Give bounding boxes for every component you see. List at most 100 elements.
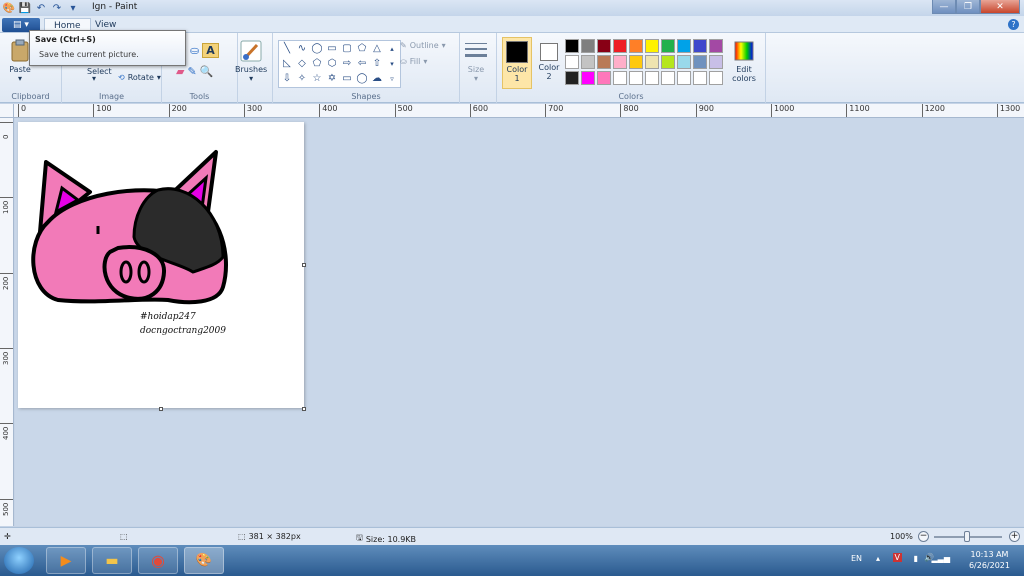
palette-swatch[interactable] <box>629 71 643 85</box>
rotate-button[interactable]: ⟲ Rotate ▾ <box>118 73 161 82</box>
redo-icon[interactable]: ↷ <box>50 1 64 15</box>
right-triangle-shape-icon[interactable]: ◺ <box>280 57 294 71</box>
five-point-star-shape-icon[interactable]: ☆ <box>310 72 324 86</box>
text-tool-icon[interactable]: A <box>202 43 219 58</box>
palette-swatch[interactable] <box>709 39 723 53</box>
palette-swatch[interactable] <box>597 39 611 53</box>
start-button[interactable] <box>4 547 34 574</box>
expand-gallery-icon[interactable]: ▿ <box>385 72 399 86</box>
line-shape-icon[interactable]: ╲ <box>280 42 294 56</box>
palette-swatch[interactable] <box>677 71 691 85</box>
rectangle-shape-icon[interactable]: ▭ <box>325 42 339 56</box>
media-player-taskbar-icon[interactable]: ▶ <box>46 547 86 574</box>
zoom-in-button[interactable]: + <box>1009 531 1020 542</box>
palette-swatch[interactable] <box>613 39 627 53</box>
six-point-star-shape-icon[interactable]: ✡ <box>325 72 339 86</box>
antivirus-icon[interactable]: V <box>892 553 902 562</box>
maximize-button[interactable]: ❐ <box>956 0 980 14</box>
curve-shape-icon[interactable]: ∿ <box>295 42 309 56</box>
left-arrow-shape-icon[interactable]: ⇦ <box>355 57 369 71</box>
select-dropdown[interactable]: ▾ <box>92 74 96 83</box>
rounded-rectangle-shape-icon[interactable]: ▢ <box>340 42 354 56</box>
fill-button[interactable]: ⛀ Fill ▾ <box>400 57 427 66</box>
down-arrow-shape-icon[interactable]: ⇩ <box>280 72 294 86</box>
resize-handle-right[interactable] <box>302 263 306 267</box>
scroll-down-icon[interactable]: ▾ <box>385 57 399 71</box>
palette-swatch[interactable] <box>629 39 643 53</box>
palette-swatch[interactable] <box>693 55 707 69</box>
outline-button[interactable]: ✎ Outline ▾ <box>400 41 446 50</box>
callout-rect-shape-icon[interactable]: ▭ <box>340 72 354 86</box>
palette-swatch[interactable] <box>565 39 579 53</box>
show-hidden-icons[interactable]: ▴ <box>876 554 880 563</box>
select-button[interactable]: Select <box>87 67 112 76</box>
palette-swatch[interactable] <box>677 55 691 69</box>
up-arrow-shape-icon[interactable]: ⇧ <box>370 57 384 71</box>
palette-swatch[interactable] <box>565 55 579 69</box>
explorer-taskbar-icon[interactable]: ▬ <box>92 547 132 574</box>
palette-swatch[interactable] <box>661 71 675 85</box>
diamond-shape-icon[interactable]: ◇ <box>295 57 309 71</box>
color2-button[interactable]: Color 2 <box>534 37 564 89</box>
paint-taskbar-icon[interactable]: 🎨 <box>184 547 224 574</box>
resize-handle-corner[interactable] <box>302 407 306 411</box>
callout-oval-shape-icon[interactable]: ◯ <box>355 72 369 86</box>
zoom-out-button[interactable]: − <box>918 531 929 542</box>
battery-icon[interactable]: ▮ <box>914 554 918 563</box>
palette-swatch[interactable] <box>709 55 723 69</box>
palette-swatch[interactable] <box>581 39 595 53</box>
palette-swatch[interactable] <box>693 39 707 53</box>
chrome-taskbar-icon[interactable]: ◉ <box>138 547 178 574</box>
paint-app-icon[interactable]: 🎨 <box>2 1 16 15</box>
palette-swatch[interactable] <box>677 39 691 53</box>
palette-swatch[interactable] <box>565 71 579 85</box>
scroll-up-icon[interactable]: ▴ <box>385 42 399 56</box>
taskbar-clock[interactable]: 10:13 AM 6/26/2021 <box>969 549 1010 571</box>
palette-swatch[interactable] <box>597 55 611 69</box>
window-title: Ign - Paint <box>92 2 138 12</box>
save-tooltip: Save (Ctrl+S) Save the current picture. <box>29 30 186 66</box>
hexagon-shape-icon[interactable]: ⬡ <box>325 57 339 71</box>
triangle-shape-icon[interactable]: △ <box>370 42 384 56</box>
network-icon[interactable]: ▂▃▅ <box>932 554 950 563</box>
right-arrow-shape-icon[interactable]: ⇨ <box>340 57 354 71</box>
brushes-label: Brushes <box>235 65 268 74</box>
oval-shape-icon[interactable]: ◯ <box>310 42 324 56</box>
palette-swatch[interactable] <box>709 71 723 85</box>
pentagon-shape-icon[interactable]: ⬠ <box>310 57 324 71</box>
palette-swatch[interactable] <box>645 71 659 85</box>
zoom-slider-thumb[interactable] <box>964 531 970 542</box>
customize-qat-icon[interactable]: ▾ <box>66 1 80 15</box>
eraser-icon[interactable]: ▰ <box>176 65 184 78</box>
minimize-button[interactable]: — <box>932 0 956 14</box>
ruler-tick-label: 0 <box>18 104 26 117</box>
language-indicator[interactable]: EN <box>851 554 862 563</box>
polygon-shape-icon[interactable]: ⬠ <box>355 42 369 56</box>
palette-swatch[interactable] <box>661 39 675 53</box>
palette-swatch[interactable] <box>613 55 627 69</box>
palette-swatch[interactable] <box>661 55 675 69</box>
callout-cloud-shape-icon[interactable]: ☁ <box>370 72 384 86</box>
palette-swatch[interactable] <box>629 55 643 69</box>
palette-swatch[interactable] <box>645 55 659 69</box>
close-button[interactable]: ✕ <box>980 0 1020 14</box>
magnifier-icon[interactable]: 🔍 <box>200 65 214 78</box>
undo-icon[interactable]: ↶ <box>34 1 48 15</box>
save-icon[interactable]: 💾 <box>18 1 32 15</box>
palette-swatch[interactable] <box>693 71 707 85</box>
palette-swatch[interactable] <box>613 71 627 85</box>
palette-swatch[interactable] <box>645 39 659 53</box>
size-button[interactable]: Size ▾ <box>464 39 488 83</box>
edit-colors-button[interactable]: Edit colors <box>732 39 756 83</box>
palette-swatch[interactable] <box>581 55 595 69</box>
fill-bucket-icon[interactable]: ⛀ <box>190 44 199 57</box>
help-icon[interactable]: ? <box>1008 19 1019 30</box>
palette-swatch[interactable] <box>597 71 611 85</box>
drawing-canvas[interactable]: #hoidap247 docngoctrang2009 <box>18 122 304 408</box>
four-point-star-shape-icon[interactable]: ✧ <box>295 72 309 86</box>
resize-handle-bottom[interactable] <box>159 407 163 411</box>
color1-button[interactable]: Color 1 <box>502 37 532 89</box>
palette-swatch[interactable] <box>581 71 595 85</box>
brushes-button[interactable]: Brushes ▾ <box>235 39 267 83</box>
color-picker-icon[interactable]: ✎ <box>187 65 196 78</box>
